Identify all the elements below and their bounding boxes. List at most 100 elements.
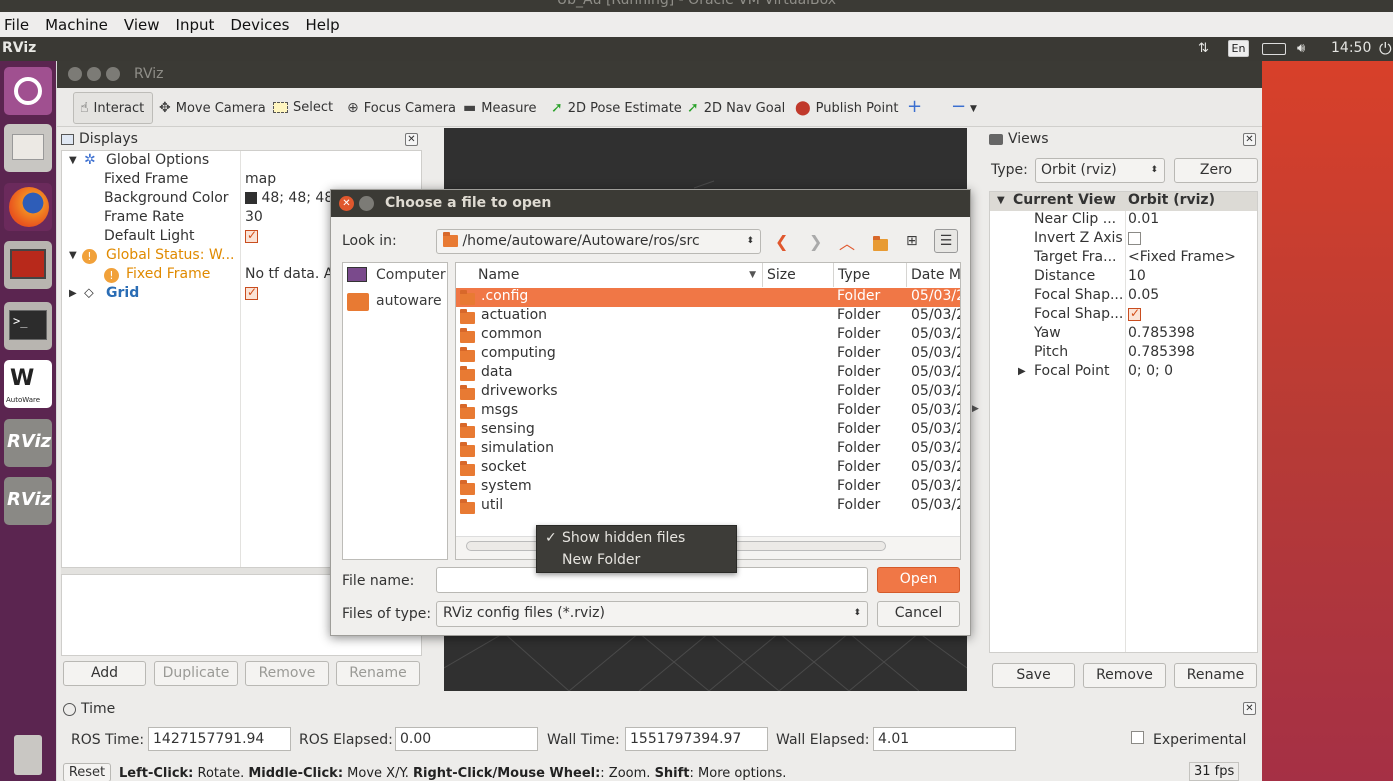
maximize-icon[interactable] <box>106 67 120 81</box>
tree-row-global-options[interactable]: ▼ ✲ Global Options <box>62 152 421 171</box>
clock[interactable]: 14:50 <box>1331 40 1371 56</box>
move-camera-tool[interactable]: ✥ Move Camera <box>159 100 266 116</box>
experimental-checkbox[interactable] <box>1131 731 1144 744</box>
remove-button[interactable]: Remove <box>245 661 329 686</box>
grid-view-icon[interactable]: ⊞ <box>906 233 918 249</box>
volume-icon[interactable]: 🔊︎ <box>1297 41 1305 56</box>
remove-tool-button[interactable]: − <box>951 96 966 117</box>
look-in-combo[interactable]: /home/autoware/Autoware/ros/src ⬍ <box>436 229 761 254</box>
ros-elapsed-field[interactable]: 0.00 <box>395 727 538 751</box>
close-icon[interactable]: ✕ <box>339 196 354 211</box>
file-row[interactable]: driveworks Folder 05/03/2 <box>456 383 960 402</box>
files-icon[interactable] <box>4 124 52 172</box>
minimize-icon[interactable] <box>87 67 101 81</box>
select-tool[interactable]: Select <box>273 100 333 115</box>
parent-dir-icon[interactable]: ︿ <box>839 230 855 254</box>
tree-row-focal-shape-fixed[interactable]: Focal Shap... <box>990 306 1257 325</box>
file-row[interactable]: data Folder 05/03/2 <box>456 364 960 383</box>
wall-elapsed-field[interactable]: 4.01 <box>873 727 1016 751</box>
rviz-icon[interactable]: RViz <box>4 419 52 467</box>
chevron-right-icon[interactable]: ▶ <box>1018 366 1026 377</box>
menu-machine[interactable]: Machine <box>45 16 108 34</box>
menu-view[interactable]: View <box>124 16 160 34</box>
menu-file[interactable]: File <box>4 16 29 34</box>
default-light-checkbox[interactable] <box>245 228 258 243</box>
file-row[interactable]: util Folder 05/03/2 <box>456 497 960 516</box>
column-size[interactable]: Size <box>763 263 834 287</box>
new-folder-icon[interactable] <box>873 234 888 253</box>
autoware-icon[interactable]: W AutoWare <box>4 360 52 408</box>
chevron-down-icon[interactable]: ▼ <box>69 250 77 261</box>
open-button[interactable]: Open <box>877 567 960 593</box>
rviz-icon[interactable]: RViz <box>4 477 52 525</box>
tree-row-current-view[interactable]: ▼ Current View Orbit (rviz) <box>990 192 1257 211</box>
menu-new-folder[interactable]: New Folder <box>545 552 735 572</box>
close-icon[interactable] <box>68 67 82 81</box>
wall-time-field[interactable]: 1551797394.97 <box>625 727 768 751</box>
grid-checkbox[interactable] <box>245 285 258 300</box>
network-icon[interactable]: ⇅ <box>1198 41 1209 56</box>
power-icon[interactable]: ⏻ <box>1379 39 1392 59</box>
rename-button[interactable]: Rename <box>336 661 420 686</box>
file-row[interactable]: socket Folder 05/03/2 <box>456 459 960 478</box>
nav-goal-tool[interactable]: ➚ 2D Nav Goal <box>687 100 785 116</box>
zero-button[interactable]: Zero <box>1174 158 1258 183</box>
minimize-icon[interactable] <box>359 196 374 211</box>
file-row[interactable]: msgs Folder 05/03/2 <box>456 402 960 421</box>
tree-row-target-frame[interactable]: Target Fra... <Fixed Frame> <box>990 249 1257 268</box>
system-monitor-icon[interactable] <box>4 241 52 289</box>
keyboard-lang[interactable]: En <box>1228 40 1249 57</box>
close-icon[interactable]: ✕ <box>1243 133 1256 146</box>
files-of-type-combo[interactable]: RViz config files (*.rviz) ⬍ <box>436 601 868 627</box>
invert-z-checkbox[interactable] <box>1128 231 1141 245</box>
tree-row-invert-z[interactable]: Invert Z Axis <box>990 230 1257 249</box>
column-date[interactable]: Date M <box>907 263 960 287</box>
column-name[interactable]: Name ▼ <box>456 263 763 287</box>
chevron-right-icon[interactable]: ▶ <box>69 288 77 299</box>
chevron-down-icon[interactable]: ▼ <box>69 155 77 166</box>
list-view-icon[interactable]: ☰ <box>934 229 958 253</box>
add-button[interactable]: Add <box>63 661 146 686</box>
terminal-icon[interactable]: >_ <box>4 302 52 350</box>
trash-icon[interactable] <box>4 731 52 779</box>
tree-row-distance[interactable]: Distance 10 <box>990 268 1257 287</box>
tree-row-focal-point[interactable]: ▶ Focal Point 0; 0; 0 <box>990 363 1257 382</box>
rename-view-button[interactable]: Rename <box>1174 663 1257 688</box>
firefox-icon[interactable] <box>4 183 52 231</box>
battery-icon[interactable] <box>1262 43 1286 55</box>
focus-camera-tool[interactable]: ⊕ Focus Camera <box>347 100 456 116</box>
column-type[interactable]: Type <box>834 263 907 287</box>
place-autoware[interactable]: autoware <box>347 291 447 313</box>
file-row[interactable]: sensing Folder 05/03/2 <box>456 421 960 440</box>
remove-view-button[interactable]: Remove <box>1083 663 1166 688</box>
file-row[interactable]: simulation Folder 05/03/2 <box>456 440 960 459</box>
measure-tool[interactable]: ▬ Measure <box>463 100 536 116</box>
file-row[interactable]: .config Folder 05/03/2 <box>456 288 960 307</box>
file-row[interactable]: actuation Folder 05/03/2 <box>456 307 960 326</box>
chevron-down-icon[interactable]: ▼ <box>997 195 1005 206</box>
close-icon[interactable]: ✕ <box>1243 702 1256 715</box>
interact-tool[interactable]: ☝ Interact <box>73 92 153 124</box>
menu-help[interactable]: Help <box>305 16 339 34</box>
tree-row-near-clip[interactable]: Near Clip ... 0.01 <box>990 211 1257 230</box>
reset-button[interactable]: Reset <box>63 763 111 781</box>
chevron-right-icon[interactable]: ▶ <box>972 404 979 414</box>
cancel-button[interactable]: Cancel <box>877 601 960 627</box>
add-tool-button[interactable]: + <box>907 96 922 117</box>
ubuntu-dash-icon[interactable] <box>4 67 52 115</box>
view-type-select[interactable]: Orbit (rviz) ⬍ <box>1035 158 1165 183</box>
file-row[interactable]: system Folder 05/03/2 <box>456 478 960 497</box>
file-row[interactable]: common Folder 05/03/2 <box>456 326 960 345</box>
tree-row-pitch[interactable]: Pitch 0.785398 <box>990 344 1257 363</box>
publish-point-tool[interactable]: ⬤ Publish Point <box>795 100 898 116</box>
back-arrow-icon[interactable]: ❮ <box>775 232 788 251</box>
pose-estimate-tool[interactable]: ➚ 2D Pose Estimate <box>551 100 682 116</box>
focal-shape-checkbox[interactable] <box>1128 306 1141 321</box>
ros-time-field[interactable]: 1427157791.94 <box>148 727 291 751</box>
chevron-down-icon[interactable]: ▼ <box>970 104 977 114</box>
tree-row-yaw[interactable]: Yaw 0.785398 <box>990 325 1257 344</box>
tree-row-fixed-frame[interactable]: Fixed Frame map <box>62 171 421 190</box>
place-computer[interactable]: Computer <box>347 265 447 287</box>
file-row[interactable]: computing Folder 05/03/2 <box>456 345 960 364</box>
forward-arrow-icon[interactable]: ❯ <box>809 232 822 251</box>
